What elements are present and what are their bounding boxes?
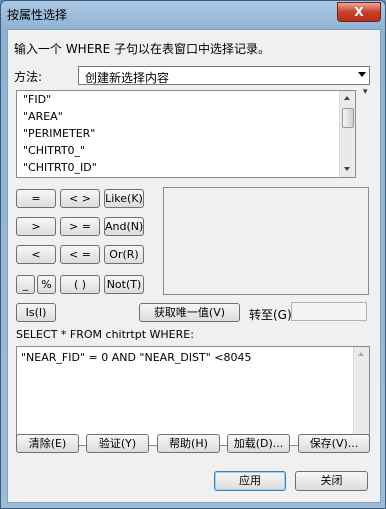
load-button[interactable]: 加载(D)...	[227, 434, 290, 453]
unique-values-list[interactable]	[163, 187, 369, 295]
field-list-item[interactable]: "CHITRT0_"	[17, 142, 355, 159]
dialog-body: 输入一个 WHERE 子句以在表窗口中选择记录。 方法: 创建新选择内容 ▾ "…	[7, 29, 381, 503]
operator-equals-button[interactable]: =	[16, 189, 56, 208]
instruction-text: 输入一个 WHERE 子句以在表窗口中选择记录。	[14, 42, 271, 56]
operator-parens-button[interactable]: ( )	[60, 275, 100, 294]
scroll-thumb[interactable]	[342, 108, 354, 128]
field-list-item[interactable]: "AREA"	[17, 108, 355, 125]
operator-percent-button[interactable]: %	[37, 275, 56, 294]
field-list-item[interactable]: "CHITRT0_ID"	[17, 159, 355, 176]
get-unique-values-button[interactable]: 获取唯一值(V)	[139, 303, 240, 322]
operator-greater-button[interactable]: >	[16, 217, 56, 236]
sql-expression-editor[interactable]: "NEAR_FID" = 0 AND "NEAR_DIST" <8045	[16, 346, 370, 446]
sql-expression-text[interactable]: "NEAR_FID" = 0 AND "NEAR_DIST" <8045	[21, 351, 252, 364]
pin-icon[interactable]: ▾	[363, 87, 368, 97]
scroll-up-icon[interactable]	[340, 91, 355, 106]
method-dropdown[interactable]: 创建新选择内容	[78, 66, 370, 85]
goto-input[interactable]	[291, 302, 367, 321]
method-label: 方法:	[14, 70, 43, 84]
method-selected-value: 创建新选择内容	[85, 71, 170, 85]
scroll-up-icon[interactable]	[354, 347, 369, 362]
save-button[interactable]: 保存(V)...	[298, 434, 370, 453]
operator-and-button[interactable]: And(N)	[104, 217, 144, 236]
close-window-button[interactable]: X	[337, 2, 381, 22]
field-list-item[interactable]: "FID"	[17, 91, 355, 108]
sql-where-label: SELECT * FROM chitrtpt WHERE:	[16, 328, 194, 341]
help-button[interactable]: 帮助(H)	[157, 434, 220, 453]
clear-button[interactable]: 清除(E)	[16, 434, 79, 453]
close-button[interactable]: 关闭	[295, 471, 368, 491]
scroll-down-icon[interactable]	[340, 162, 355, 177]
title-bar[interactable]: 按属性选择 X	[1, 1, 385, 27]
operator-greater-equal-button[interactable]: > =	[60, 217, 100, 236]
verify-button[interactable]: 验证(Y)	[86, 434, 149, 453]
operator-like-button[interactable]: Like(K)	[104, 189, 144, 208]
apply-button[interactable]: 应用	[214, 471, 286, 491]
operator-is-button[interactable]: Is(I)	[16, 303, 56, 322]
operator-underscore-button[interactable]: _	[16, 275, 35, 294]
operator-less-button[interactable]: <	[16, 245, 56, 264]
sql-scrollbar[interactable]	[353, 347, 369, 445]
operator-less-equal-button[interactable]: < =	[60, 245, 100, 264]
operator-or-button[interactable]: Or(R)	[104, 245, 144, 264]
select-by-attributes-window: 按属性选择 X 输入一个 WHERE 子句以在表窗口中选择记录。 方法: 创建新…	[0, 0, 386, 509]
chevron-down-icon[interactable]	[358, 72, 366, 77]
window-title: 按属性选择	[7, 8, 68, 22]
field-list-item[interactable]: "PERIMETER"	[17, 125, 355, 142]
goto-label: 转至(G):	[249, 308, 296, 322]
operator-not-equal-button[interactable]: < >	[60, 189, 100, 208]
field-list[interactable]: "FID" "AREA" "PERIMETER" "CHITRT0_" "CHI…	[16, 90, 356, 178]
operator-not-button[interactable]: Not(T)	[104, 275, 144, 294]
field-list-scrollbar[interactable]	[339, 91, 355, 177]
